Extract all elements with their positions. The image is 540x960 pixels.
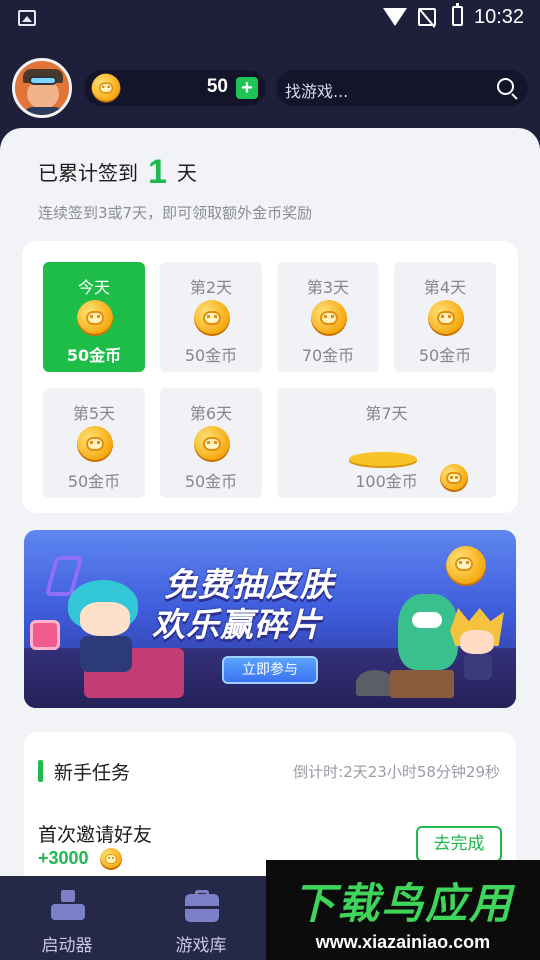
day-reward: 50金币 — [184, 472, 238, 491]
launcher-icon-top — [61, 890, 75, 902]
status-bar: 10:32 — [0, 0, 540, 38]
checkin-calendar: 今天 50金币 第2天 50金币 第3天 70金币 第4天 50金币 第5天 5… — [22, 241, 518, 513]
search-bar[interactable]: 找游戏... — [276, 70, 528, 106]
checkin-prefix: 已累计签到 — [38, 161, 138, 185]
banner-headline-2: 欢乐赢碎片 — [152, 605, 322, 644]
tab-game-library[interactable]: 游戏库 — [141, 876, 261, 960]
coin-balance-value: 50 — [206, 76, 228, 97]
checkin-suffix: 天 — [176, 161, 197, 185]
coin-pile-icon — [345, 428, 468, 492]
coin-icon — [100, 848, 122, 870]
watermark-url: www.xiazainiao.com — [315, 932, 491, 952]
day-label: 第3天 — [306, 278, 350, 297]
top-header: 50 + 找游戏... — [0, 38, 540, 128]
no-sim-icon — [418, 8, 436, 26]
search-icon[interactable] — [497, 78, 514, 95]
coin-icon — [194, 300, 230, 336]
character-body — [80, 636, 132, 672]
main-panel: 已累计签到 1 天 连续签到3或7天，即可领取额外金币奖励 今天 50金币 第2天 … — [0, 128, 540, 888]
section-accent-bar — [38, 760, 43, 782]
day-label: 第4天 — [423, 278, 467, 297]
checkin-day-6[interactable]: 第6天 50金币 — [160, 388, 262, 498]
character-face — [80, 602, 130, 636]
avatar[interactable] — [12, 58, 72, 118]
checkin-day-5[interactable]: 第5天 50金币 — [43, 388, 145, 498]
banner-helmet — [356, 670, 394, 696]
coin-icon — [311, 300, 347, 336]
character-face — [460, 630, 494, 654]
day-label: 第6天 — [189, 404, 233, 423]
day-reward: 50金币 — [184, 346, 238, 365]
checkin-day-2[interactable]: 第2天 50金币 — [160, 262, 262, 372]
day-label: 第5天 — [72, 404, 116, 423]
coin-icon-glyph — [100, 848, 122, 870]
task-reward: +3000 — [38, 848, 89, 868]
coin-icon — [77, 300, 113, 336]
tab-label: 游戏库 — [175, 936, 227, 956]
coin-icon — [194, 426, 230, 462]
watermark: 下载鸟应用 www.xiazainiao.com — [266, 860, 540, 960]
coin-icon — [91, 73, 121, 103]
character-body — [464, 654, 492, 680]
checkin-day-3[interactable]: 第3天 70金币 — [277, 262, 379, 372]
day-reward: 50金币 — [418, 346, 472, 365]
watermark-title: 下载鸟应用 — [292, 879, 513, 928]
tab-label: 启动器 — [41, 936, 93, 956]
coin-icon — [77, 426, 113, 462]
day-label: 第7天 — [365, 404, 408, 423]
battery-charging-icon — [452, 3, 463, 26]
checkin-day-1[interactable]: 今天 50金币 — [43, 262, 145, 372]
status-time: 10:32 — [474, 6, 525, 28]
wifi-icon — [383, 8, 407, 26]
checkin-day-4[interactable]: 第4天 50金币 — [394, 262, 496, 372]
join-now-button[interactable]: 立即参与 — [222, 656, 318, 684]
coin-pile-base — [349, 452, 417, 466]
checkin-days-count: 1 — [148, 153, 167, 191]
tasks-title: 新手任务 — [54, 762, 131, 784]
day-reward: 50金币 — [66, 346, 122, 365]
add-coins-button[interactable]: + — [236, 77, 258, 99]
tab-launcher[interactable]: 启动器 — [7, 876, 127, 960]
tasks-countdown: 倒计时:2天23小时58分钟29秒 — [293, 763, 500, 781]
day-label: 第2天 — [189, 278, 233, 297]
game-library-icon — [185, 890, 219, 924]
go-complete-button[interactable]: 去完成 — [416, 826, 502, 862]
day-reward: 70金币 — [301, 346, 355, 365]
launcher-icon-base — [51, 904, 85, 920]
banner-character-right — [450, 608, 506, 680]
avatar-body — [23, 107, 65, 115]
gallery-notification-icon — [18, 10, 36, 26]
day-reward: 50金币 — [67, 472, 121, 491]
banner-dino-character — [398, 594, 458, 670]
avatar-goggles — [29, 76, 57, 85]
launcher-icon — [51, 890, 85, 924]
checkin-title: 已累计签到 1 天 — [38, 150, 197, 191]
task-name: 首次邀请好友 — [38, 824, 153, 846]
banner-character-left — [68, 580, 146, 680]
day-label: 今天 — [77, 278, 110, 297]
checkin-subtitle: 连续签到3或7天，即可领取额外金币奖励 — [38, 204, 313, 222]
coin-icon — [446, 546, 486, 586]
search-input[interactable]: 找游戏... — [285, 78, 348, 102]
banner-crate — [390, 670, 454, 698]
briefcase-line — [185, 906, 219, 909]
coin-icon — [428, 300, 464, 336]
promo-banner[interactable]: 免费抽皮肤 欢乐赢碎片 立即参与 — [24, 530, 516, 708]
coin-balance[interactable]: 50 + — [84, 70, 266, 106]
day-reward: 100金币 — [355, 472, 418, 491]
banner-sign-icon — [30, 620, 60, 650]
checkin-day-7[interactable]: 第7天 100金币 — [277, 388, 496, 498]
